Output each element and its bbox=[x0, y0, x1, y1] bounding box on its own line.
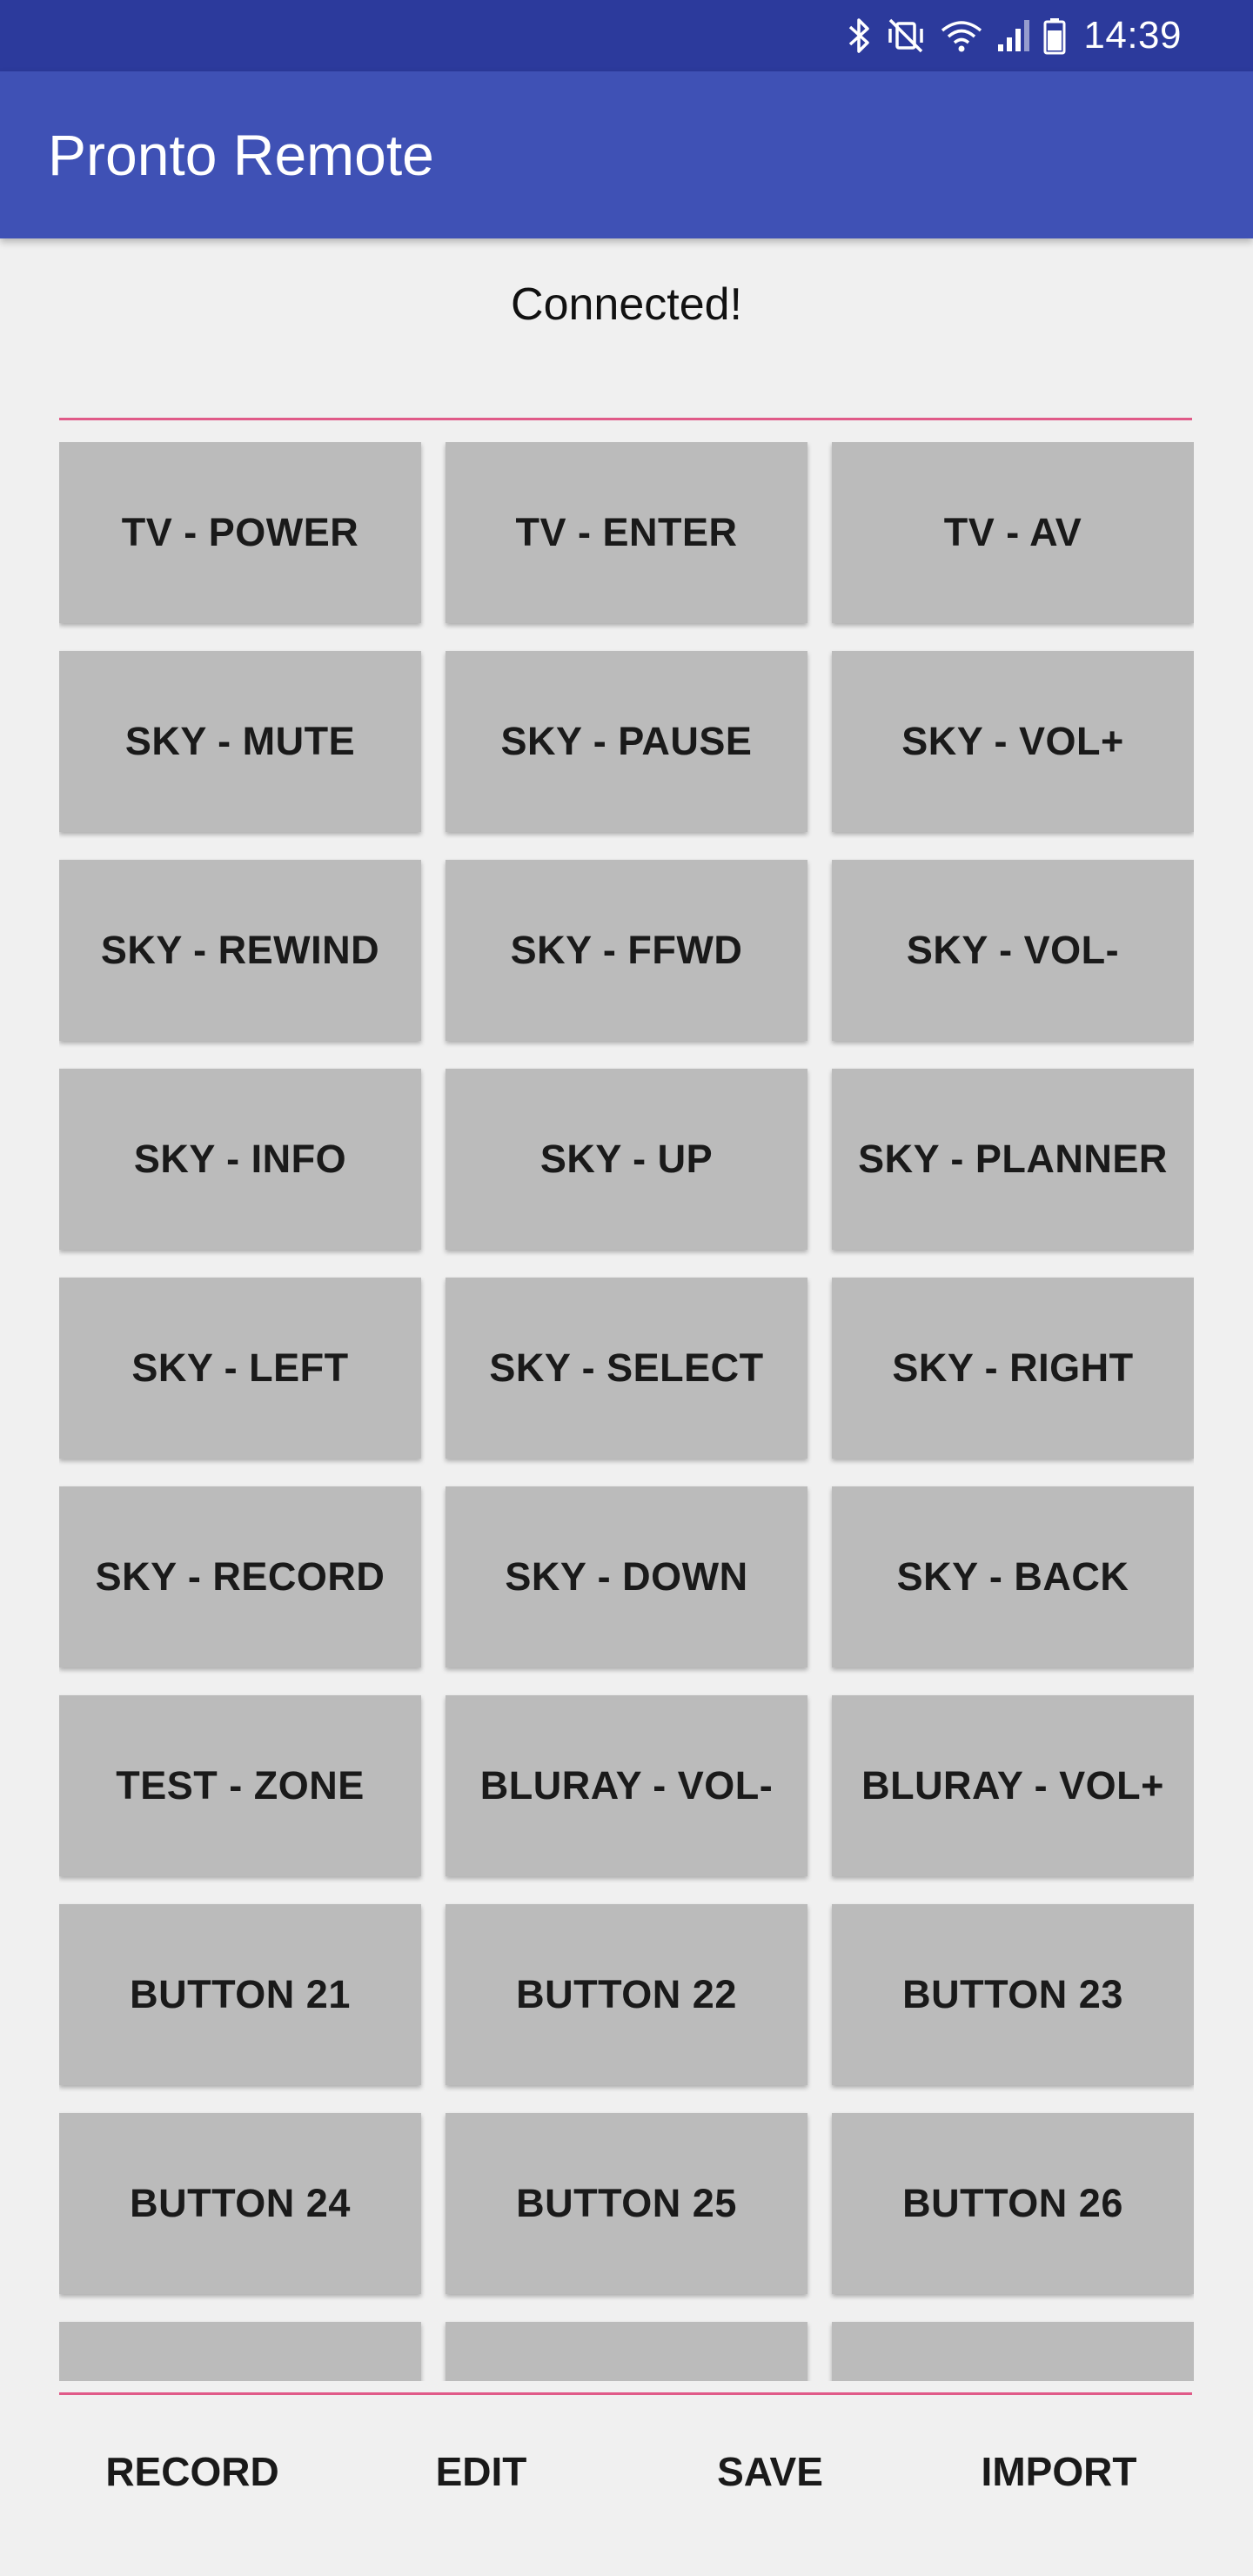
remote-button[interactable]: SKY - LEFT bbox=[59, 1278, 421, 1459]
bottom-action-bar: RECORD EDIT SAVE IMPORT bbox=[0, 2395, 1253, 2548]
remote-button[interactable]: SKY - MUTE bbox=[59, 651, 421, 832]
remote-button[interactable] bbox=[832, 2322, 1194, 2381]
battery-icon bbox=[1043, 18, 1066, 55]
remote-button[interactable]: TV - ENTER bbox=[446, 442, 807, 623]
remote-button[interactable]: SKY - FFWD bbox=[446, 860, 807, 1041]
remote-button[interactable]: BUTTON 21 bbox=[59, 1904, 421, 2085]
status-clock: 14:39 bbox=[1083, 14, 1182, 57]
app-title: Pronto Remote bbox=[48, 123, 434, 187]
remote-button[interactable]: SKY - RECORD bbox=[59, 1486, 421, 1667]
app-bar: Pronto Remote bbox=[0, 71, 1253, 238]
remote-button[interactable]: BUTTON 26 bbox=[832, 2113, 1194, 2294]
remote-button[interactable]: SKY - UP bbox=[446, 1069, 807, 1250]
vibrate-mute-icon bbox=[888, 18, 924, 53]
remote-button[interactable]: SKY - RIGHT bbox=[832, 1278, 1194, 1459]
status-icons: 14:39 bbox=[847, 0, 1182, 71]
remote-button[interactable]: TEST - ZONE bbox=[59, 1695, 421, 1876]
remote-button[interactable]: SKY - INFO bbox=[59, 1069, 421, 1250]
remote-button[interactable]: SKY - REWIND bbox=[59, 860, 421, 1041]
cell-signal-icon bbox=[998, 20, 1030, 51]
remote-button[interactable]: BUTTON 24 bbox=[59, 2113, 421, 2294]
remote-button[interactable]: SKY - DOWN bbox=[446, 1486, 807, 1667]
remote-button[interactable]: BUTTON 25 bbox=[446, 2113, 807, 2294]
remote-button[interactable]: SKY - SELECT bbox=[446, 1278, 807, 1459]
remote-button[interactable]: SKY - VOL- bbox=[832, 860, 1194, 1041]
remote-button[interactable]: SKY - PAUSE bbox=[446, 651, 807, 832]
remote-button[interactable] bbox=[446, 2322, 807, 2381]
save-button[interactable]: SAVE bbox=[626, 2395, 915, 2548]
top-divider bbox=[59, 418, 1192, 420]
remote-button[interactable]: BUTTON 22 bbox=[446, 1904, 807, 2085]
remote-button[interactable]: TV - AV bbox=[832, 442, 1194, 623]
remote-button[interactable]: BUTTON 23 bbox=[832, 1904, 1194, 2085]
remote-button[interactable]: SKY - PLANNER bbox=[832, 1069, 1194, 1250]
remote-button[interactable]: TV - POWER bbox=[59, 442, 421, 623]
remote-button[interactable] bbox=[59, 2322, 421, 2381]
remote-button[interactable]: SKY - BACK bbox=[832, 1486, 1194, 1667]
edit-button[interactable]: EDIT bbox=[337, 2395, 626, 2548]
wifi-icon bbox=[941, 21, 982, 52]
remote-button[interactable]: SKY - VOL+ bbox=[832, 651, 1194, 832]
status-bar: 14:39 bbox=[0, 0, 1253, 71]
bluetooth-icon bbox=[849, 18, 870, 53]
button-grid: TV - POWER TV - ENTER TV - AV SKY - MUTE SKY… bbox=[59, 442, 1194, 2381]
connection-status: Connected! bbox=[511, 279, 742, 330]
import-button[interactable]: IMPORT bbox=[915, 2395, 1203, 2548]
button-grid-scroll[interactable]: TV - POWER TV - ENTER TV - AV SKY - MUTE SKY… bbox=[59, 442, 1194, 2381]
remote-button[interactable]: BLURAY - VOL+ bbox=[832, 1695, 1194, 1876]
remote-button[interactable]: BLURAY - VOL- bbox=[446, 1695, 807, 1876]
record-button[interactable]: RECORD bbox=[48, 2395, 337, 2548]
